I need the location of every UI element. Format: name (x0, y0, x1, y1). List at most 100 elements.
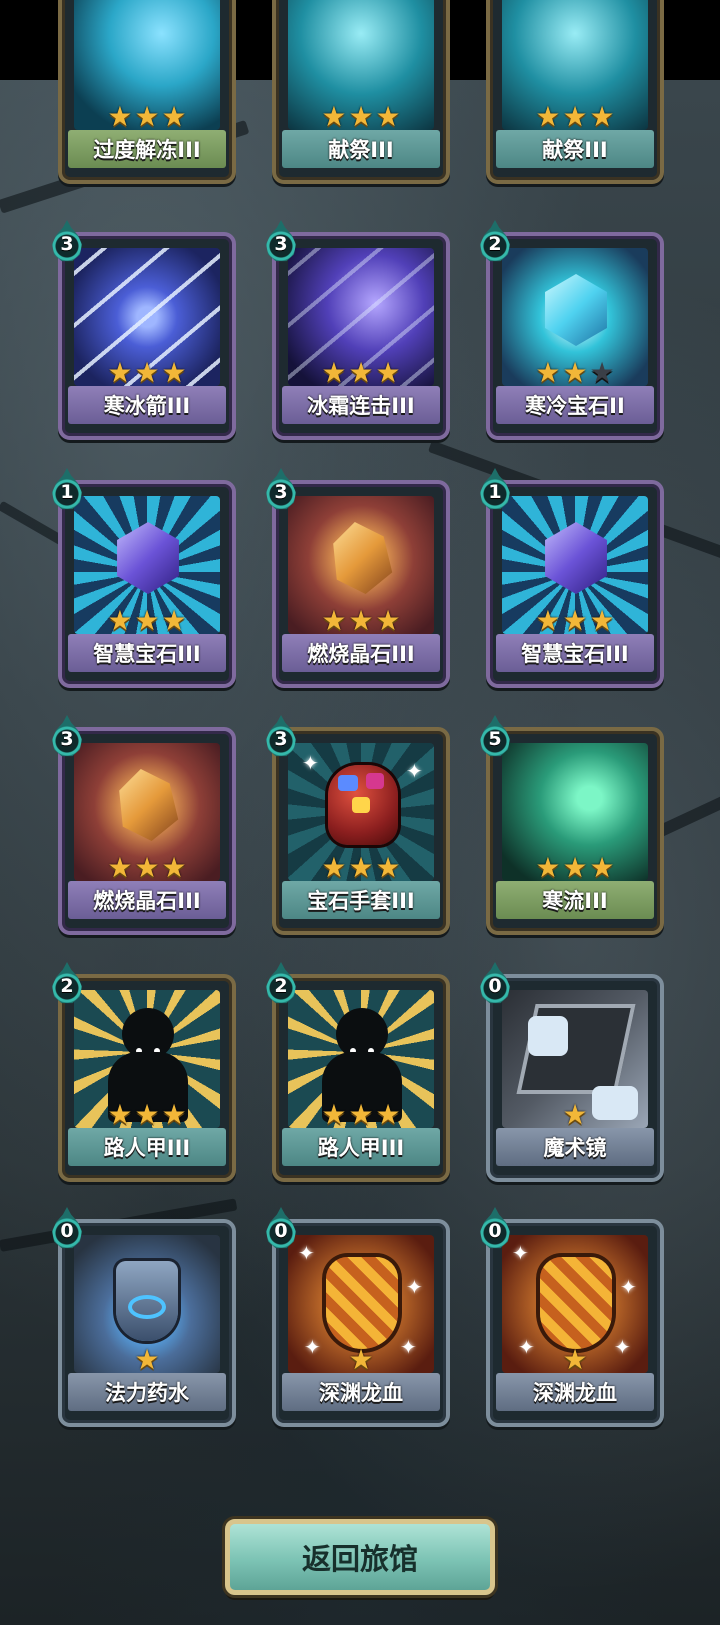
mana-cost: 0 (488, 975, 502, 997)
card[interactable]: ★ ★ ★ 燃烧晶石III 3 (52, 715, 236, 935)
mana-cost-badge: 2 (264, 962, 298, 1004)
star-icon: ★ (375, 356, 401, 389)
star-rating: ★ ★ ★ (490, 358, 660, 388)
card[interactable]: ★ 魔术镜 0 (480, 962, 664, 1182)
mana-cost-badge: 1 (50, 468, 84, 510)
mana-cost-badge: 3 (50, 715, 84, 757)
mana-cost-badge: 2 (478, 220, 512, 262)
star-icon: ★ (535, 851, 561, 884)
card[interactable]: ★ 法力药水 0 (52, 1207, 236, 1427)
card-name: 智慧宝石III (68, 634, 226, 672)
card-name: 冰霜连击III (282, 386, 440, 424)
card[interactable]: ★ ★ ★ 路人甲III 2 (266, 962, 450, 1182)
mana-cost: 5 (488, 728, 502, 750)
card-name: 魔术镜 (496, 1128, 654, 1166)
return-to-inn-button[interactable]: 返回旅馆 (225, 1519, 495, 1595)
card-name: 深渊龙血 (282, 1373, 440, 1411)
card[interactable]: ★ ★ ★ 寒冰箭III 3 (52, 220, 236, 440)
card-name: 寒冷宝石II (496, 386, 654, 424)
star-icon: ★ (161, 1098, 187, 1131)
star-icon: ★ (107, 1098, 133, 1131)
star-icon: ★ (348, 1098, 374, 1131)
star-rating: ★ ★ ★ (62, 1100, 232, 1130)
card[interactable]: ★ ★ ★ 过度解冻III (58, 0, 236, 184)
star-icon: ★ (562, 100, 588, 133)
star-icon: ★ (375, 604, 401, 637)
star-icon: ★ (562, 1343, 588, 1376)
card[interactable]: ★ ★ ★ 燃烧晶石III 3 (266, 468, 450, 688)
card-grid: ★ ★ ★ 过度解冻III ★ ★ ★ 献祭III ★ ★ ★ 献祭III ★ ★ ★ 寒冰箭III 3 ★ ★ ★ 冰… (0, 0, 720, 1625)
mana-cost-badge: 3 (264, 715, 298, 757)
card-name: 深渊龙血 (496, 1373, 654, 1411)
star-rating: ★ ★ ★ (490, 853, 660, 883)
star-rating: ★ ★ ★ (490, 606, 660, 636)
card-name: 献祭III (496, 130, 654, 168)
mana-cost: 0 (488, 1220, 502, 1242)
star-rating: ★ ★ ★ (62, 358, 232, 388)
star-icon: ★ (348, 851, 374, 884)
card[interactable]: ✦ ✦ ★ ★ ★ 宝石手套III 3 (266, 715, 450, 935)
star-icon: ★ (107, 100, 133, 133)
mana-cost: 2 (274, 975, 288, 997)
star-icon: ★ (562, 604, 588, 637)
mana-cost: 3 (60, 233, 74, 255)
card[interactable]: ✦ ✦ ✦ ✦ ★ 深渊龙血 0 (266, 1207, 450, 1427)
star-icon: ★ (589, 851, 615, 884)
card[interactable]: ★ ★ ★ 智慧宝石III 1 (52, 468, 236, 688)
card-name: 路人甲III (282, 1128, 440, 1166)
star-icon: ★ (535, 356, 561, 389)
card-name: 燃烧晶石III (68, 881, 226, 919)
card[interactable]: ★ ★ ★ 路人甲III 2 (52, 962, 236, 1182)
star-icon: ★ (107, 604, 133, 637)
card[interactable]: ★ ★ ★ 冰霜连击III 3 (266, 220, 450, 440)
card-name: 智慧宝石III (496, 634, 654, 672)
star-icon: ★ (161, 356, 187, 389)
star-rating: ★ ★ ★ (62, 102, 232, 132)
card-name: 宝石手套III (282, 881, 440, 919)
card[interactable]: ✦ ✦ ✦ ✦ ★ 深渊龙血 0 (480, 1207, 664, 1427)
star-icon: ★ (161, 100, 187, 133)
star-rating: ★ ★ ★ (276, 606, 446, 636)
star-icon: ★ (134, 604, 160, 637)
star-icon: ★ (375, 100, 401, 133)
star-rating: ★ ★ ★ (490, 102, 660, 132)
star-rating: ★ ★ ★ (276, 358, 446, 388)
star-icon: ★ (562, 356, 588, 389)
mana-cost-badge: 5 (478, 715, 512, 757)
mana-cost: 3 (274, 233, 288, 255)
star-icon: ★ (107, 356, 133, 389)
card[interactable]: ★ ★ ★ 献祭III (272, 0, 450, 184)
star-icon: ★ (321, 851, 347, 884)
card[interactable]: ★ ★ ★ 寒流III 5 (480, 715, 664, 935)
star-rating: ★ (62, 1345, 232, 1375)
mana-cost: 1 (60, 481, 74, 503)
star-rating: ★ (490, 1100, 660, 1130)
return-to-inn-label: 返回旅馆 (301, 1542, 418, 1576)
star-icon: ★ (134, 356, 160, 389)
mana-cost: 1 (488, 481, 502, 503)
star-icon: ★ (321, 356, 347, 389)
mana-cost-badge: 3 (264, 468, 298, 510)
star-icon: ★ (134, 100, 160, 133)
mana-cost: 2 (488, 233, 502, 255)
card[interactable]: ★ ★ ★ 智慧宝石III 1 (480, 468, 664, 688)
mana-cost: 3 (274, 728, 288, 750)
star-icon: ★ (562, 851, 588, 884)
star-icon: ★ (589, 604, 615, 637)
star-icon: ★ (321, 1098, 347, 1131)
mana-cost-badge: 0 (478, 1207, 512, 1249)
card-name: 路人甲III (68, 1128, 226, 1166)
card-name: 过度解冻III (68, 130, 226, 168)
mana-cost: 0 (60, 1220, 74, 1242)
mana-cost-badge: 0 (50, 1207, 84, 1249)
card-name: 献祭III (282, 130, 440, 168)
mana-cost-badge: 1 (478, 468, 512, 510)
card[interactable]: ★ ★ ★ 寒冷宝石II 2 (480, 220, 664, 440)
star-icon: ★ (562, 1098, 588, 1131)
card[interactable]: ★ ★ ★ 献祭III (486, 0, 664, 184)
star-icon: ★ (375, 851, 401, 884)
mana-cost: 3 (274, 481, 288, 503)
star-icon: ★ (107, 851, 133, 884)
card-name: 寒冰箭III (68, 386, 226, 424)
mana-cost: 0 (274, 1220, 288, 1242)
